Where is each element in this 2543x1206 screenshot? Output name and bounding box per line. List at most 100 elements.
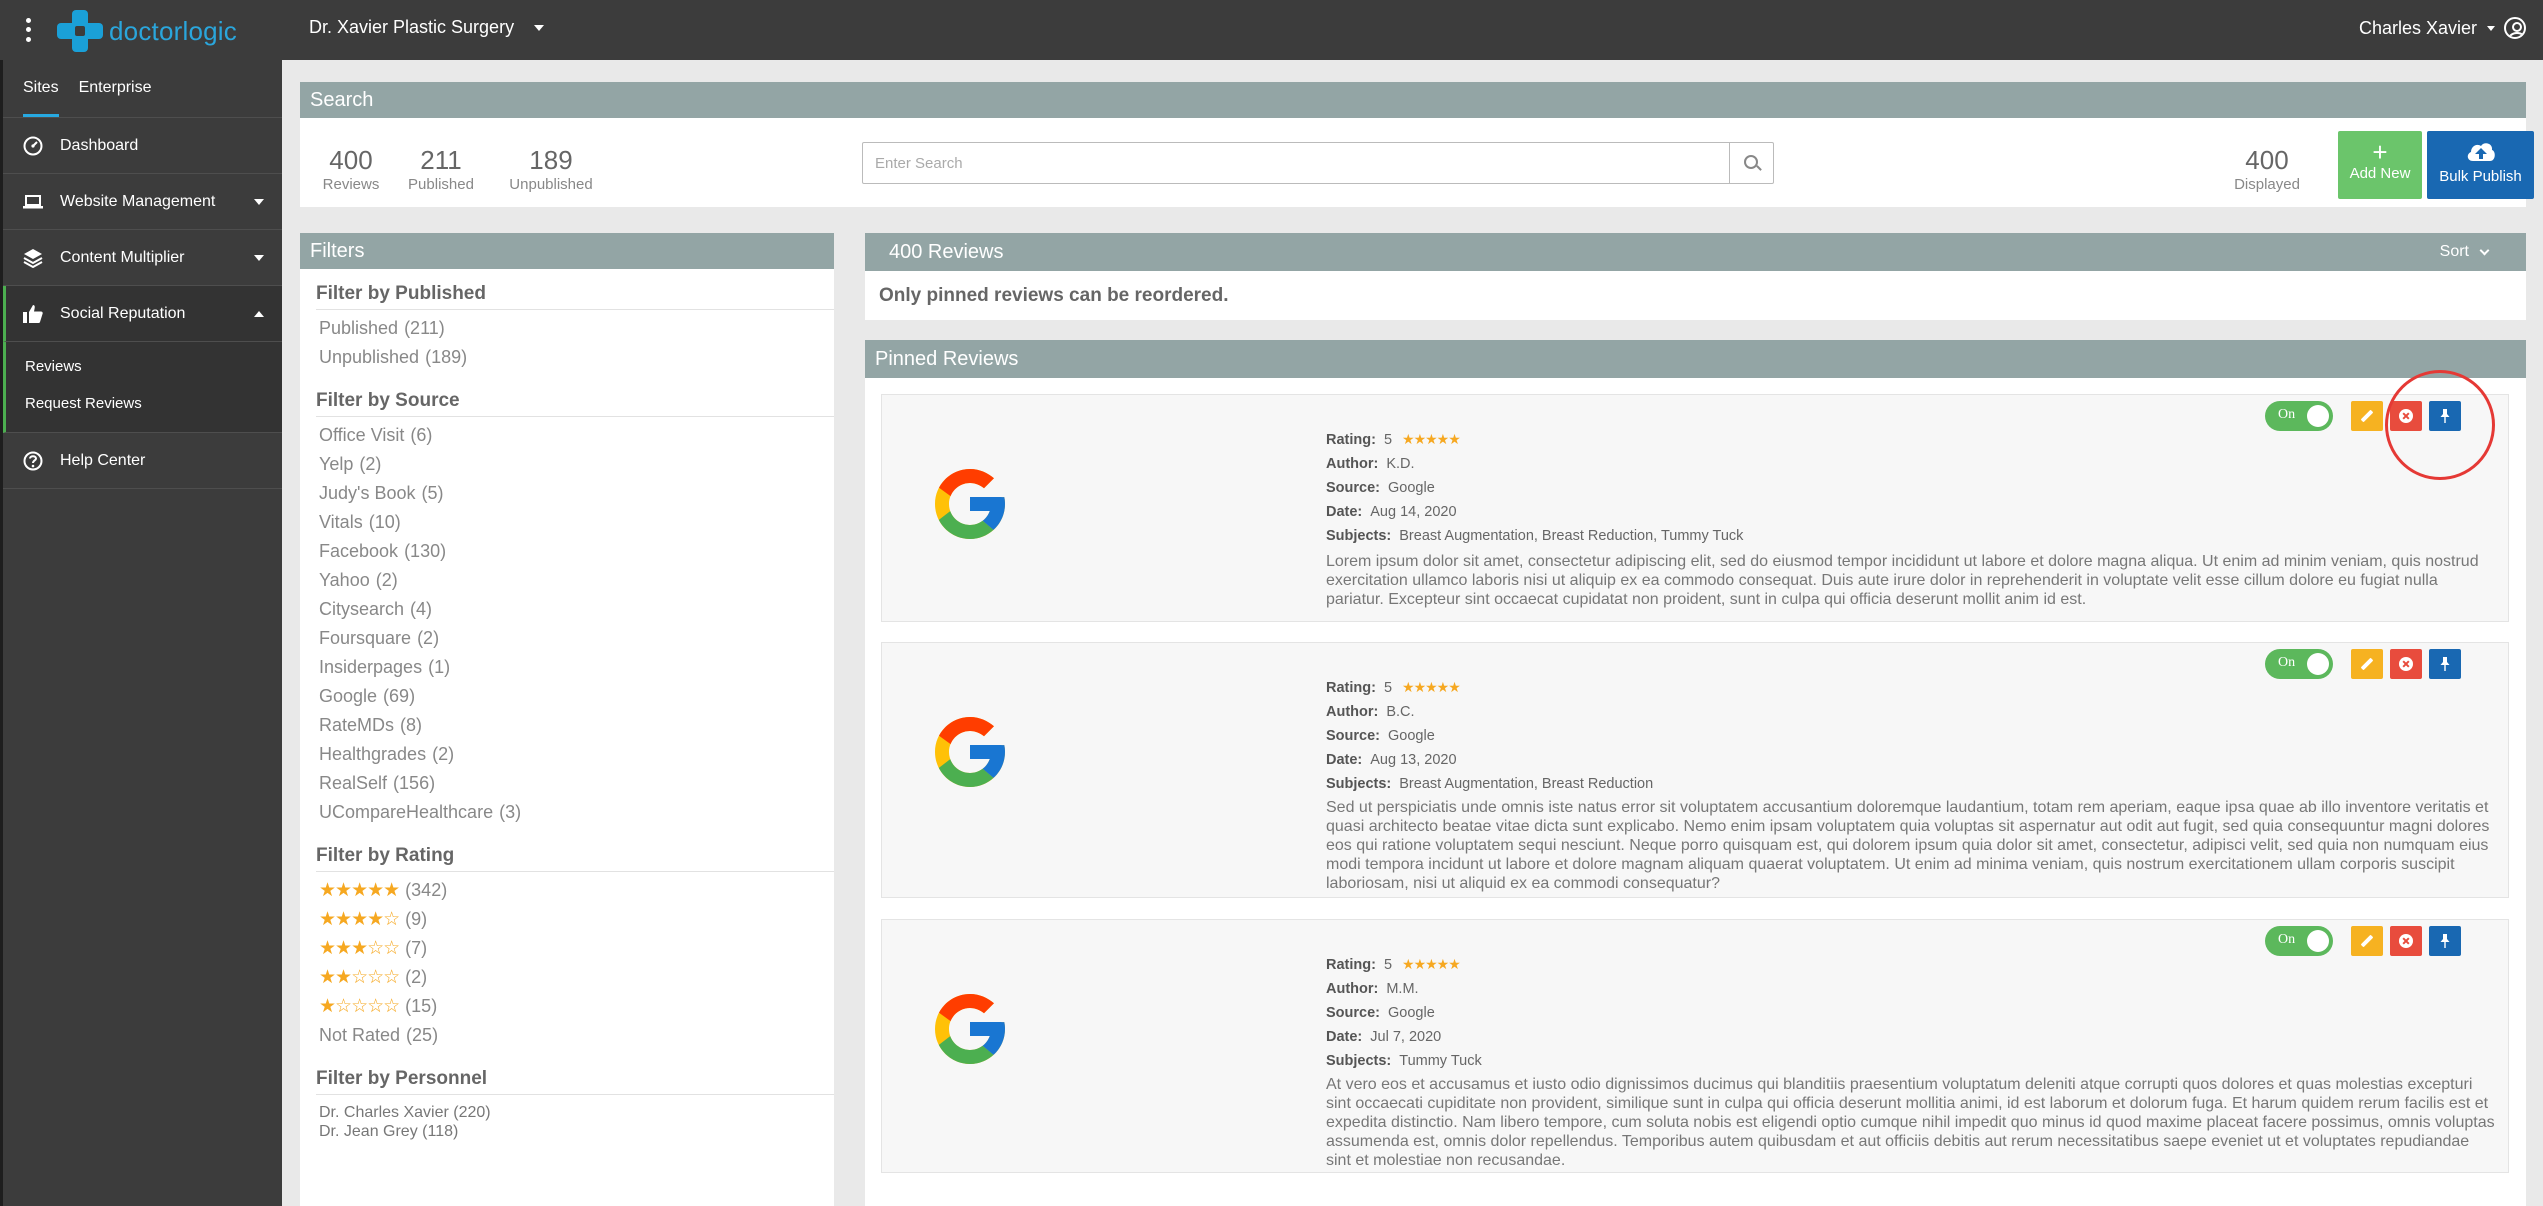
filter-count: (69) [383,686,416,706]
bulk-publish-label: Bulk Publish [2439,168,2522,185]
stat-label: Unpublished [509,176,593,193]
publish-toggle[interactable]: On [2265,926,2333,956]
edit-button[interactable] [2351,926,2383,956]
delete-button[interactable] [2390,926,2422,956]
filter-label: Facebook [319,541,399,561]
source-value: Google [1388,1005,1435,1021]
filter-option-personnel[interactable]: Dr. Jean Grey (118) [319,1122,834,1141]
filter-option-source[interactable]: Citysearch (4) [319,595,834,624]
publish-toggle[interactable]: On [2265,649,2333,679]
star-rating-icon: ★★★★☆ [319,909,400,930]
sidebar-item-label: Social Reputation [60,304,186,322]
filter-count: (8) [400,715,423,735]
app-menu-icon[interactable] [22,16,34,44]
meta-label: Author: [1326,704,1379,720]
review-text: Sed ut perspiciatis unde omnis iste natu… [1326,799,2490,892]
sidebar-item-social-reputation[interactable]: Social Reputation [3,286,282,342]
filter-option-rating-5[interactable]: ★★★★★ (342) [319,876,834,905]
filter-count: (15) [405,996,438,1016]
toggle-label: On [2278,407,2296,422]
filter-option-source[interactable]: Office Visit (6) [319,421,834,450]
edit-button[interactable] [2351,401,2383,431]
filter-option-source[interactable]: Facebook (130) [319,537,834,566]
dashboard-icon [23,136,43,156]
review-source: Source: Google [1326,724,1653,748]
filter-option-source[interactable]: Google (69) [319,682,834,711]
filter-option-personnel[interactable]: Dr. Charles Xavier (220) [319,1103,834,1122]
filter-count: (211) [404,318,445,338]
filter-option-unpublished[interactable]: Unpublished (189) [319,343,834,372]
filter-option-rating-1[interactable]: ★☆☆☆☆ (15) [319,992,834,1021]
user-menu[interactable]: Charles Xavier [2359,17,2526,39]
filter-count: (2) [417,628,440,648]
sidebar-item-request-reviews[interactable]: Request Reviews [6,385,282,422]
logo-mark-icon [57,10,103,52]
site-selector[interactable]: Dr. Xavier Plastic Surgery [309,17,545,38]
sidebar-item-website-management[interactable]: Website Management [3,174,282,230]
sidebar-item-content-multiplier[interactable]: Content Multiplier [3,230,282,286]
stat-label: Displayed [2234,176,2300,193]
filter-option-source[interactable]: Foursquare (2) [319,624,834,653]
filter-option-source[interactable]: Healthgrades (2) [319,740,834,769]
stat-label: Published [408,176,474,193]
filter-option-source[interactable]: RateMDs (8) [319,711,834,740]
chevron-up-icon [254,311,264,317]
pin-icon [2438,933,2452,949]
chevron-down-icon [254,199,264,205]
filter-option-source[interactable]: Judy's Book (5) [319,479,834,508]
sidebar-item-label: Website Management [60,192,216,210]
rating-value: 5 [1383,432,1393,448]
filter-option-source[interactable]: Yelp (2) [319,450,834,479]
review-author: Author: B.C. [1326,700,1653,724]
filter-option-rating-3[interactable]: ★★★☆☆ (7) [319,934,834,963]
sort-dropdown[interactable]: Sort [2440,233,2490,271]
filter-option-source[interactable]: Yahoo (2) [319,566,834,595]
author-value: K.D. [1386,456,1415,472]
search-input[interactable] [863,143,1729,183]
filter-option-source[interactable]: Vitals (10) [319,508,834,537]
add-new-button[interactable]: + Add New [2338,131,2422,199]
top-bar: doctorlogic Dr. Xavier Plastic Surgery C… [0,0,2543,60]
pin-button[interactable] [2429,649,2461,679]
search-icon[interactable] [1729,143,1773,183]
filter-option-source[interactable]: Insiderpages (1) [319,653,834,682]
thumbs-up-icon [23,304,43,324]
edit-button[interactable] [2351,649,2383,679]
pencil-icon [2360,934,2374,948]
sidebar-item-reviews[interactable]: Reviews [6,348,282,385]
filter-rating-list: ★★★★★ (342) ★★★★☆ (9) ★★★☆☆ (7) ★★☆☆☆ (2) ★☆… [316,876,834,1050]
filter-option-source[interactable]: RealSelf (156) [319,769,834,798]
filter-label: Judy's Book [319,483,416,503]
tab-sites[interactable]: Sites [23,60,59,117]
tab-enterprise[interactable]: Enterprise [79,60,152,117]
filter-label: UCompareHealthcare [319,802,494,822]
filter-label: RateMDs [319,715,395,735]
filter-source-list: Office Visit (6) Yelp (2) Judy's Book (5) V… [316,421,834,827]
meta-label: Rating: [1326,680,1376,696]
sidebar-item-label: Content Multiplier [60,248,185,266]
chevron-down-icon [2479,245,2490,255]
sidebar-item-help-center[interactable]: Help Center [3,433,282,489]
filter-option-source[interactable]: UCompareHealthcare (3) [319,798,834,827]
social-reputation-submenu: Reviews Request Reviews [3,342,282,433]
publish-toggle[interactable]: On [2265,401,2333,431]
filter-option-not-rated[interactable]: Not Rated (25) [319,1021,834,1050]
pencil-icon [2360,409,2374,423]
sidebar-item-dashboard[interactable]: Dashboard [3,118,282,174]
search-box [862,142,1774,184]
pin-button[interactable] [2429,926,2461,956]
stat-displayed: 400 Displayed [2224,145,2310,193]
pin-button[interactable] [2429,401,2461,431]
delete-button[interactable] [2390,649,2422,679]
filter-count: (5) [421,483,444,503]
pinned-reviews-list: On Rating: 5 ★★★★★ Author: K.D. Source: Goog… [865,378,2526,1206]
delete-button[interactable] [2390,401,2422,431]
sidebar-item-label: Help Center [60,451,146,469]
filter-option-rating-4[interactable]: ★★★★☆ (9) [319,905,834,934]
review-actions: On [2265,401,2461,431]
bulk-publish-button[interactable]: Bulk Publish [2427,131,2534,199]
filter-option-rating-2[interactable]: ★★☆☆☆ (2) [319,963,834,992]
filter-count: (342) [405,880,448,900]
logo[interactable]: doctorlogic [57,10,237,52]
filter-option-published[interactable]: Published (211) [319,314,834,343]
